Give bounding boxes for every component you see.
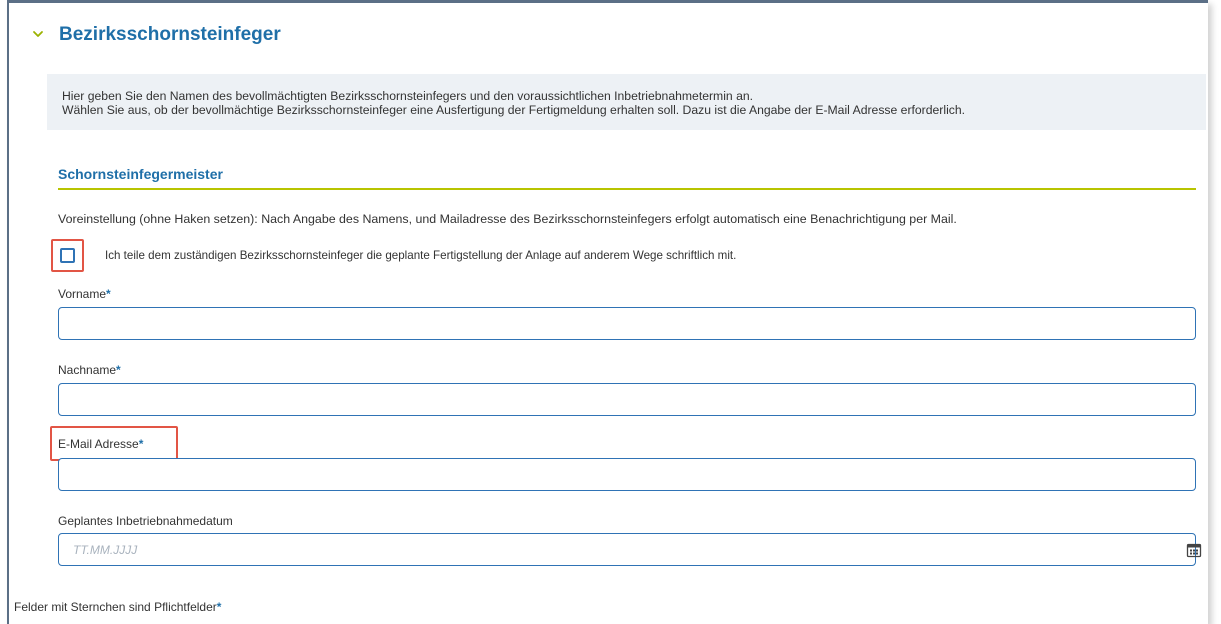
email-label: E-Mail Adresse* xyxy=(58,437,143,451)
required-marker: * xyxy=(116,363,121,377)
required-marker: * xyxy=(106,287,111,301)
required-fields-note-text: Felder mit Sternchen sind Pflichtfelder xyxy=(14,600,217,614)
nachname-input[interactable] xyxy=(58,383,1196,416)
vorname-label-text: Vorname xyxy=(58,287,107,301)
written-notice-checkbox-label[interactable]: Ich teile dem zuständigen Bezirksschorns… xyxy=(105,249,736,262)
written-notice-checkbox[interactable] xyxy=(60,248,75,263)
required-marker: * xyxy=(138,437,144,451)
preset-info-text: Voreinstellung (ohne Haken setzen): Nach… xyxy=(58,212,957,226)
subsection-title: Schornsteinfegermeister xyxy=(58,166,223,182)
info-text-line-1: Hier geben Sie den Namen des bevollmächt… xyxy=(62,89,754,103)
vorname-input[interactable] xyxy=(58,307,1196,340)
section-header[interactable]: Bezirksschornsteinfeger xyxy=(9,17,1208,49)
required-fields-note: Felder mit Sternchen sind Pflichtfelder* xyxy=(14,600,221,614)
datum-label-text: Geplantes Inbetriebnahmedatum xyxy=(58,514,233,528)
required-marker: * xyxy=(216,600,222,614)
datum-input[interactable] xyxy=(58,533,1196,566)
calendar-icon[interactable] xyxy=(1186,542,1202,558)
chevron-down-icon[interactable] xyxy=(31,27,45,41)
info-box: Hier geben Sie den Namen des bevollmächt… xyxy=(47,74,1206,130)
nachname-label: Nachname* xyxy=(58,363,121,377)
subsection-divider xyxy=(58,188,1196,190)
form-panel: Bezirksschornsteinfeger Hier geben Sie d… xyxy=(7,0,1208,624)
datum-label: Geplantes Inbetriebnahmedatum xyxy=(58,514,233,528)
vorname-label: Vorname* xyxy=(58,287,111,301)
section-title: Bezirksschornsteinfeger xyxy=(59,24,281,45)
email-input[interactable] xyxy=(58,458,1196,491)
info-text-line-2: Wählen Sie aus, ob der bevollmächtige Be… xyxy=(62,103,966,117)
email-label-text: E-Mail Adresse xyxy=(58,437,139,451)
nachname-label-text: Nachname xyxy=(58,363,117,377)
